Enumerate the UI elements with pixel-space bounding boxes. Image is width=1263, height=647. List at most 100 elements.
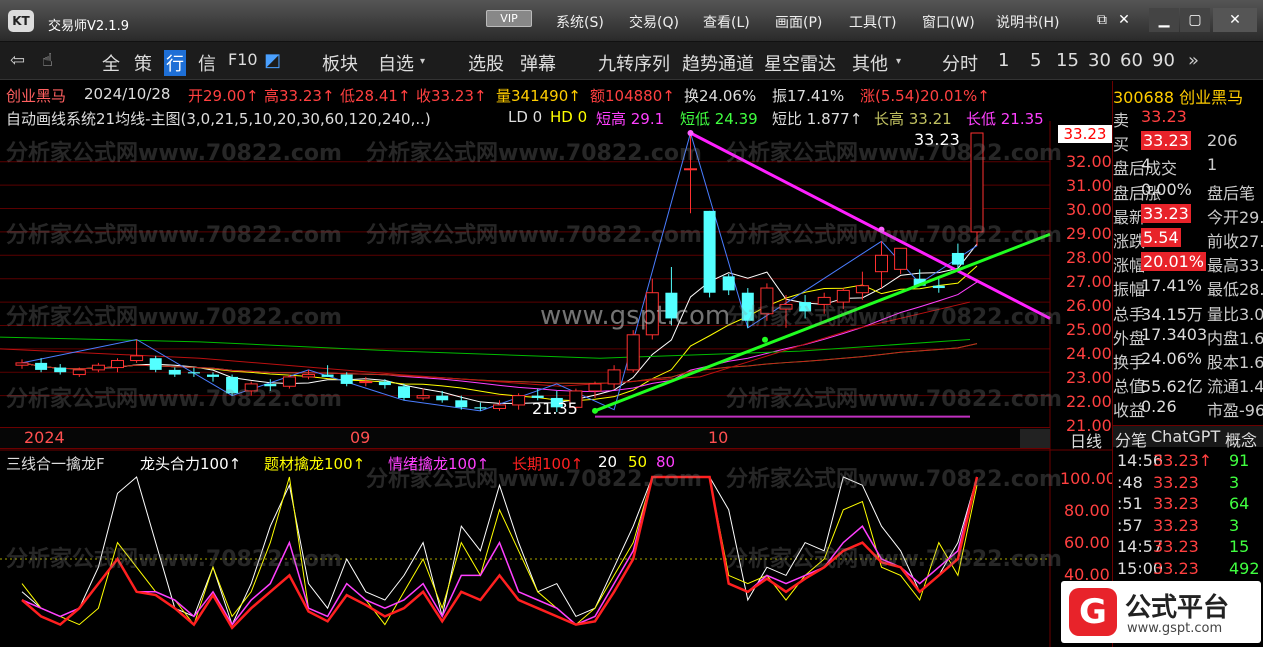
candle-body [932,285,945,289]
tick-volume: 3 [1229,515,1240,535]
menu-window[interactable]: 窗口(W) [922,12,975,32]
period-5[interactable]: 5 [1030,50,1041,71]
short-ratio: 短比 1.877↑ [772,110,863,128]
tab-chatgpt[interactable]: ChatGPT [1151,427,1220,446]
tick-volume: 492 [1229,558,1260,578]
candle-body [741,292,754,321]
tb-star-radar[interactable]: 星空雷达 [764,50,836,76]
quote-row-extra: 1 [1207,155,1218,175]
candle-body [493,404,506,409]
app-title: 交易师V2.1.9 [48,19,129,34]
more-periods-icon[interactable]: » [1188,50,1199,71]
quote-row-extra: 最高33.2 [1207,256,1263,276]
window-icon[interactable]: ◩ [264,50,281,71]
tab-concept[interactable]: 概念 [1225,427,1257,451]
tb-other[interactable]: 其他 [852,50,888,76]
quote-row-label: 买 [1113,135,1130,155]
quote-row-value: 17.41% [1141,276,1203,296]
period-daily-button[interactable]: 日线 [1070,428,1102,452]
current-price-tag: 33.23 [1058,125,1112,143]
tick-volume: 91 [1229,451,1250,470]
tb-nine-seq[interactable]: 九转序列 [598,50,670,76]
tab-ticks[interactable]: 分笔 [1115,427,1147,451]
tb-watchlist[interactable]: 自选 [378,50,414,76]
candle-body [340,374,353,384]
quote-row-extra: 流通1.42 [1207,377,1263,397]
menu-screen[interactable]: 画面(P) [775,12,822,32]
tb-f10[interactable]: F10 [228,50,258,69]
quote-row-value: 5.54 [1141,228,1181,247]
dropdown-icon[interactable]: ▾ [420,56,425,67]
candle-body [626,334,640,371]
tb-strategy[interactable]: 策 [134,50,152,76]
tick-price: 33.23 [1153,515,1199,535]
chart-area[interactable]: 创业黑马 2024/10/28 开29.00↑ 高33.23↑ 低28.41↑ … [0,81,1116,647]
quote-row-extra: 内盘1.6808 [1207,328,1263,348]
candle-body [703,210,716,293]
sub-indicator-name: 三线合一擒龙F [6,455,105,473]
tick-price: 33.23 [1153,537,1199,556]
back-icon[interactable]: ⇦ [10,50,25,71]
candle-body [398,386,410,398]
candles [15,132,984,412]
period-30[interactable]: 30 [1088,50,1111,71]
tick-time: :57 [1117,515,1143,535]
tb-trend-channel[interactable]: 趋势通道 [682,50,754,76]
quote-row-label: 卖 [1113,111,1130,130]
tb-intraday[interactable]: 分时 [942,50,978,76]
tb-quote[interactable]: 行 [164,50,186,76]
tb-all[interactable]: 全 [102,50,120,76]
tb-danmaku[interactable]: 弹幕 [520,50,556,76]
menu-trade[interactable]: 交易(Q) [629,12,679,32]
gspt-logo: G 公式平台 www.gspt.com [1061,581,1261,643]
menu-system[interactable]: 系统(S) [556,12,604,32]
quote-row-value: 4 [1141,155,1152,175]
candle-body [836,289,850,303]
period-90[interactable]: 90 [1152,50,1175,71]
kline-chart[interactable] [0,81,1112,647]
vip-badge[interactable]: VIP [486,10,532,27]
change-value: 涨(5.54)20.01%↑ [860,87,990,105]
close-small-icon[interactable]: ✕ [1114,8,1134,32]
price-tick: 27.00 [1066,272,1112,291]
hand-icon[interactable]: ☝ [42,50,53,71]
menu-tools[interactable]: 工具(T) [849,12,896,32]
quote-row-extra: 206 [1207,131,1238,151]
restore-icon[interactable]: ⧉ [1092,8,1112,32]
maximize-icon[interactable]: ▢ [1180,8,1210,32]
ticai-value: 题材擒龙100↑ [264,455,366,473]
other-dropdown-icon[interactable]: ▾ [896,56,901,67]
tb-screener[interactable]: 选股 [468,50,504,76]
ld-value: LD 0 [508,108,543,126]
period-15[interactable]: 15 [1056,50,1079,71]
ref-50: 50 [628,453,648,471]
date-axis [0,427,1050,449]
tb-sector[interactable]: 板块 [322,50,358,76]
sub-axis-tick: 60.00 [1064,533,1110,552]
quote-row-extra: 量比3.0 [1207,304,1263,324]
close-icon[interactable]: ✕ [1213,8,1257,32]
candle-body [35,362,48,370]
price-tick: 29.00 [1066,224,1112,243]
long-high: 长高 33.21 [874,110,952,128]
quote-row-value: 0.26 [1141,397,1177,417]
period-1[interactable]: 1 [998,50,1009,71]
quote-row-extra: 最低28.4 [1207,280,1263,300]
stock-name: 创业黑马 [6,87,67,105]
price-tick: 25.00 [1066,320,1112,339]
menu-manual[interactable]: 说明书(H) [996,12,1059,32]
quote-row-value: 34.15万 [1141,304,1203,324]
minimize-icon[interactable]: ▁ [1149,8,1179,32]
tb-info[interactable]: 信 [198,50,216,76]
candle-body [130,355,144,362]
resistance-line [689,131,1051,320]
period-60[interactable]: 60 [1120,50,1143,71]
menu-view[interactable]: 查看(L) [703,12,750,32]
title-bar: KT 交易师V2.1.9 VIP 系统(S) 交易(Q) 查看(L) 画面(P)… [0,0,1263,42]
candle-body [607,369,621,385]
changqi-value: 长期100↑ [512,455,584,473]
candle-body [378,381,391,386]
quote-panel: 300688 创业黑马 卖 33.23 买 33.23 206 盘后成交 4 1 盘后涨 0.00… [1061,81,1263,647]
scroll-box[interactable] [1020,429,1050,448]
ref-80: 80 [656,453,676,471]
